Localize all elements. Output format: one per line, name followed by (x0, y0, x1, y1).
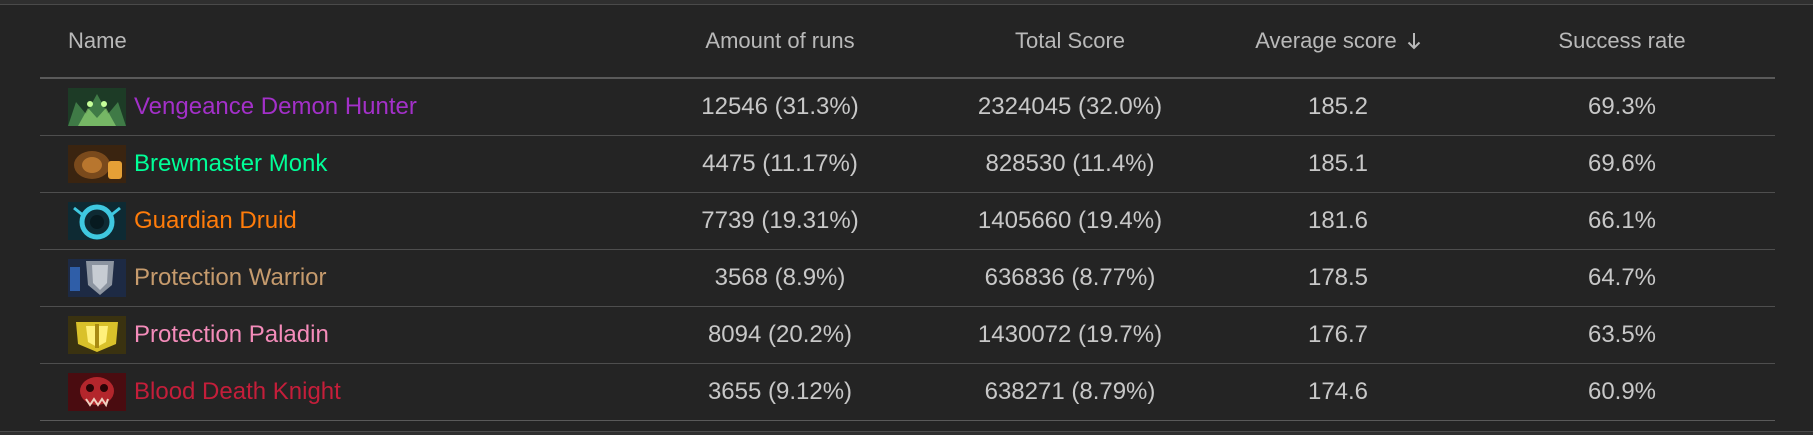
table-body: Vengeance Demon Hunter 12546 (31.3%) 23240… (40, 79, 1775, 421)
guardian-druid-icon (68, 202, 126, 240)
spec-name[interactable]: Guardian Druid (134, 207, 297, 235)
average-score-cell: 185.2 (1307, 93, 1369, 120)
success-rate-cell: 64.7% (1587, 264, 1657, 291)
header-success-rate[interactable]: Success rate (1462, 5, 1782, 77)
brewmaster-monk-icon (68, 145, 126, 183)
runs-cell: 3568 (8.9%) (714, 264, 846, 291)
protection-paladin-icon (68, 316, 126, 354)
table-row[interactable]: Protection Paladin 8094 (20.2%) 1430072 (1… (40, 307, 1775, 364)
success-rate-cell: 69.3% (1587, 93, 1657, 120)
arrow-down-icon[interactable] (1407, 31, 1421, 51)
header-name[interactable]: Name (68, 5, 127, 77)
spec-name[interactable]: Brewmaster Monk (134, 150, 327, 178)
average-score-cell: 176.7 (1307, 321, 1369, 348)
spec-cell[interactable]: Blood Death Knight (68, 364, 341, 420)
spec-cell[interactable]: Brewmaster Monk (68, 136, 327, 192)
spec-cell[interactable]: Vengeance Demon Hunter (68, 79, 417, 135)
header-average-score[interactable]: Average score (1178, 5, 1498, 77)
success-rate-cell: 60.9% (1587, 378, 1657, 405)
spec-cell[interactable]: Protection Paladin (68, 307, 329, 363)
success-rate-cell: 63.5% (1587, 321, 1657, 348)
average-score-cell: 174.6 (1307, 378, 1369, 405)
spec-cell[interactable]: Guardian Druid (68, 193, 297, 249)
spec-name[interactable]: Protection Warrior (134, 264, 327, 292)
average-score-cell: 178.5 (1307, 264, 1369, 291)
success-rate-cell: 66.1% (1587, 207, 1657, 234)
vengeance-demon-hunter-icon (68, 88, 126, 126)
table-row[interactable]: Protection Warrior 3568 (8.9%) 636836 (8.7… (40, 250, 1775, 307)
spec-name[interactable]: Protection Paladin (134, 321, 329, 349)
average-score-cell: 181.6 (1307, 207, 1369, 234)
runs-cell: 7739 (19.31%) (701, 207, 859, 234)
table-row[interactable]: Blood Death Knight 3655 (9.12%) 638271 (8.… (40, 364, 1775, 421)
blood-death-knight-icon (68, 373, 126, 411)
success-rate-cell: 69.6% (1587, 150, 1657, 177)
table-header: Name Amount of runs Total Score Average … (40, 5, 1775, 79)
runs-cell: 3655 (9.12%) (707, 378, 853, 405)
table-row[interactable]: Vengeance Demon Hunter 12546 (31.3%) 23240… (40, 79, 1775, 136)
table-row[interactable]: Guardian Druid 7739 (19.31%) 1405660 (19.4… (40, 193, 1775, 250)
header-average-score-label: Average score (1255, 28, 1397, 53)
protection-warrior-icon (68, 259, 126, 297)
spec-name[interactable]: Blood Death Knight (134, 378, 341, 406)
spec-stats-panel: Name Amount of runs Total Score Average … (0, 4, 1813, 432)
runs-cell: 8094 (20.2%) (707, 321, 853, 348)
runs-cell: 4475 (11.17%) (702, 150, 858, 177)
average-score-cell: 185.1 (1307, 150, 1369, 177)
spec-cell[interactable]: Protection Warrior (68, 250, 327, 306)
header-amount-of-runs[interactable]: Amount of runs (620, 5, 940, 77)
runs-cell: 12546 (31.3%) (701, 93, 859, 120)
spec-stats-table: Name Amount of runs Total Score Average … (40, 5, 1775, 421)
spec-name[interactable]: Vengeance Demon Hunter (134, 93, 417, 121)
table-row[interactable]: Brewmaster Monk 4475 (11.17%) 828530 (11.4… (40, 136, 1775, 193)
